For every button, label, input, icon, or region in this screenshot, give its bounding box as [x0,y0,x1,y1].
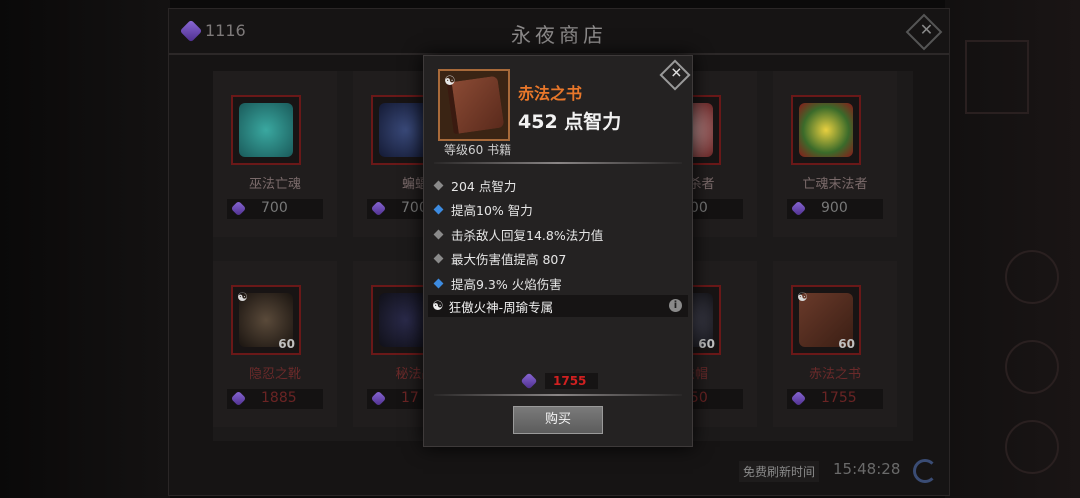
popup-price: 1755 [520,372,599,390]
price-value: 1755 [545,373,599,389]
item-main-stat: 452 点智力 [518,111,622,133]
yin-yang-icon: ☯ [444,74,456,89]
stat-row: 204 点智力 [424,173,692,198]
diamond-bullet-icon [433,204,444,215]
shop-item-slot[interactable]: ☯ 60 隐忍之靴 1885 [213,261,337,427]
shop-item-slot[interactable]: 巫法亡魂 700 [213,71,337,237]
item-price: 900 [787,199,883,219]
item-icon: ☯ 60 [791,285,861,355]
item-name: 巫法亡魂 [248,177,301,192]
item-icon [791,95,861,165]
item-name: 赤法之书 [518,84,583,103]
purple-gem-icon [370,200,387,217]
set-bonus-name: 狂傲火神-周瑜专属 [448,299,554,315]
refresh-icon[interactable] [913,459,937,483]
item-name: 隐忍之靴 [248,367,301,382]
item-icon: ☯ 60 [231,285,301,355]
item-price: 1755 [787,389,883,409]
divider [434,162,682,164]
buy-button[interactable]: 购买 [513,406,603,434]
stat-row: 提高9.3% 火焰伤害 [424,271,692,296]
stat-row: 最大伤害值提高 807 [424,247,692,272]
stat-row: 提高10% 智力 [424,198,692,223]
diamond-bullet-icon [433,253,444,264]
item-icon [231,95,301,165]
close-x-icon: ✕ [919,20,934,40]
purple-gem-icon [520,372,538,390]
purple-gem-icon [230,200,247,217]
purple-gem-icon [370,390,387,407]
item-level: 60 [838,337,855,351]
shop-header: 1116 永夜商店 ✕ [169,9,949,55]
info-icon[interactable]: i [669,299,682,312]
item-detail-popup: ☯ 赤法之书 452 点智力 等级60 书籍 ✕ 204 点智力 提高10% 智… [423,55,693,447]
item-name: 亡魂末法者 [802,177,868,192]
shop-title: 永夜商店 [511,23,607,47]
yin-yang-icon: ☯ [797,290,808,304]
stat-list: 204 点智力 提高10% 智力 击杀敌人回复14.8%法力值 最大伤害值提高 … [424,173,692,296]
divider [434,394,682,396]
close-x-icon: ✕ [670,65,683,82]
diamond-bullet-icon [433,278,444,289]
purple-gem-icon [790,200,807,217]
stat-row: 击杀敌人回复14.8%法力值 [424,222,692,247]
item-name: 赤法之书 [808,367,861,382]
popup-close-button[interactable]: ✕ [659,59,691,91]
item-level-type: 等级60 书籍 [444,143,512,157]
purple-gem-icon [230,390,247,407]
shop-item-slot[interactable]: 亡魂末法者 900 [773,71,897,237]
yin-yang-icon: ☯ [432,298,444,314]
item-icon: ☯ [438,69,510,141]
item-level: 60 [278,337,295,351]
refresh-label: 免费刷新时间 [739,461,820,482]
yin-yang-icon: ☯ [237,290,248,304]
diamond-bullet-icon [433,229,444,240]
item-price: 700 [227,199,323,219]
item-level: 60 [698,337,715,351]
shop-item-slot[interactable]: ☯ 60 赤法之书 1755 [773,261,897,427]
refresh-timer: 15:48:28 [833,460,901,478]
diamond-bullet-icon [433,180,444,191]
background-right [945,0,1080,498]
item-price: 1885 [227,389,323,409]
purple-gem-icon [790,390,807,407]
set-bonus-row: ☯ 狂傲火神-周瑜专属 i [428,295,688,317]
background-left [0,0,170,498]
